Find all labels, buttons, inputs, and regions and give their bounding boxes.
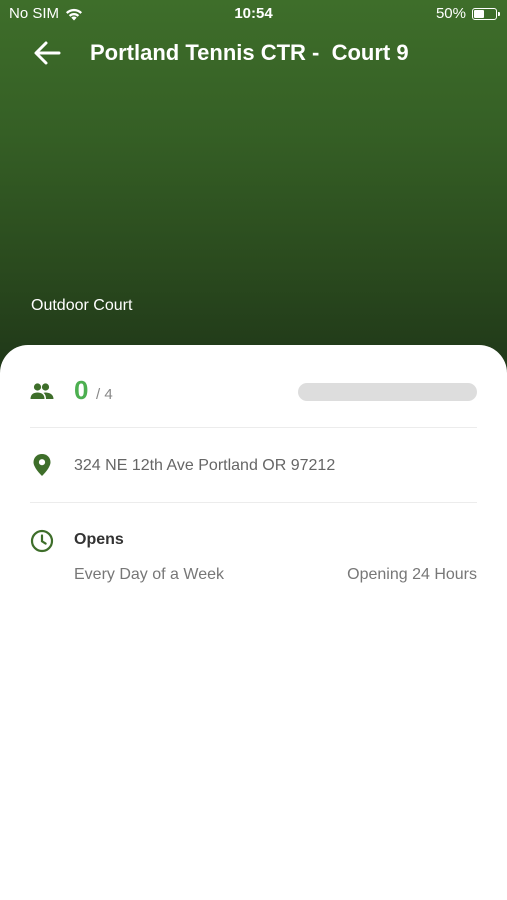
- battery-level: [474, 9, 484, 18]
- status-time: 10:54: [234, 5, 273, 22]
- players-max-count: / 4: [96, 386, 113, 403]
- battery-percent: 50%: [435, 5, 466, 22]
- divider: [30, 427, 477, 428]
- divider: [30, 502, 477, 503]
- hours-value: Opening 24 Hours: [347, 566, 477, 583]
- battery-icon: [472, 7, 500, 20]
- location-pin-icon: [33, 454, 51, 476]
- page-title: Portland Tennis CTR - Court 9: [90, 40, 409, 65]
- address-row[interactable]: 324 NE 12th Ave Portland OR 97212: [30, 451, 477, 481]
- address-text: 324 NE 12th Ave Portland OR 97212: [74, 457, 336, 474]
- top-bar: Portland Tennis CTR - Court 9: [0, 30, 507, 76]
- status-bar: No SIM 10:54 50%: [0, 0, 507, 28]
- status-right: 50%: [435, 5, 500, 22]
- players-progress-bar: [298, 383, 477, 401]
- hours-row: Opens Every Day of a Week Opening 24 Hou…: [30, 527, 477, 587]
- court-header-image: No SIM 10:54 50% Portland Tennis CTR - C…: [0, 0, 507, 380]
- back-button[interactable]: [32, 40, 62, 66]
- hours-label: Opens: [74, 531, 124, 548]
- players-joined-count: 0: [74, 375, 89, 405]
- hours-days: Every Day of a Week: [74, 566, 224, 583]
- court-details-sheet: 0 / 4 324 NE 12th Ave Portland OR 97212 …: [0, 345, 507, 900]
- players-row: 0 / 4: [30, 373, 477, 413]
- arrow-left-icon: [34, 41, 61, 65]
- clock-icon: [30, 529, 54, 553]
- people-icon: [30, 383, 54, 399]
- court-type-label: Outdoor Court: [31, 297, 133, 314]
